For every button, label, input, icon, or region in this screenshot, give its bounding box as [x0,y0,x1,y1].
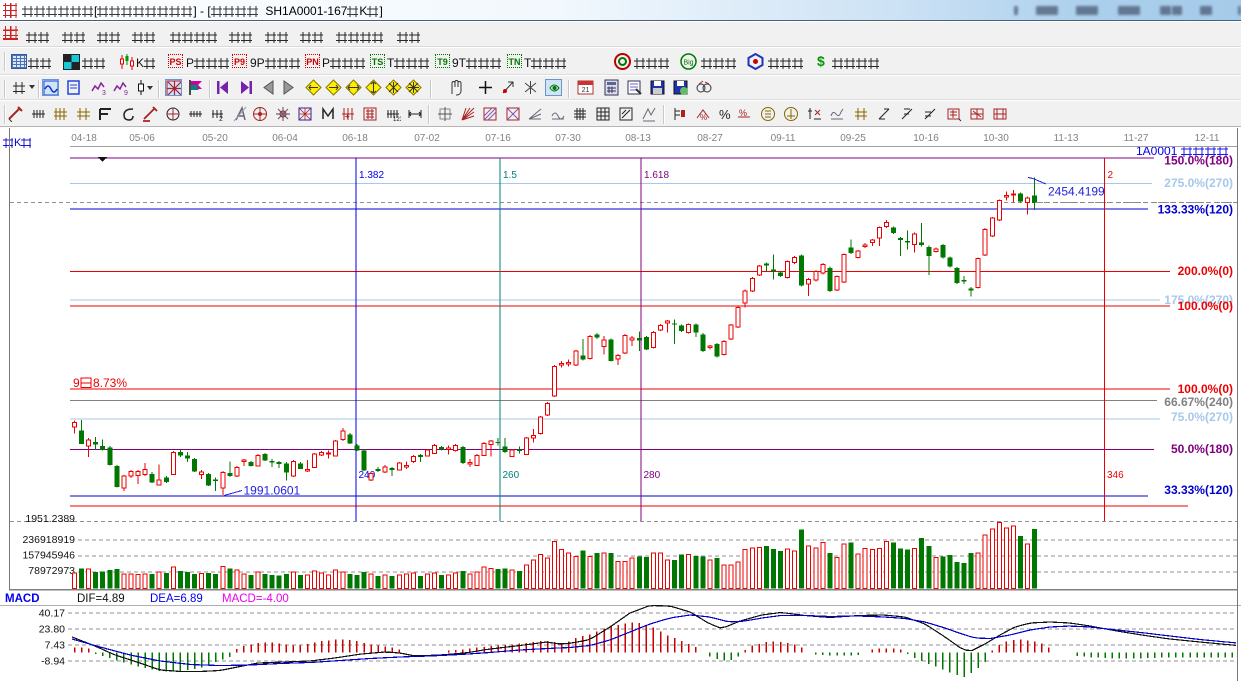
svg-text:07-16: 07-16 [485,133,511,144]
svg-text:9: 9 [73,376,80,390]
svg-text:23.80: 23.80 [39,624,65,636]
svg-text:21: 21 [582,87,590,94]
svg-text:66.67%(240): 66.67%(240) [1164,395,1233,409]
svg-text:2: 2 [1108,170,1114,181]
svg-text:2454.4199: 2454.4199 [1048,185,1105,199]
svg-text:1951.2389: 1951.2389 [25,513,75,525]
svg-text:+: + [345,112,350,121]
svg-text:MACD: MACD [5,593,40,605]
svg-text:7.43: 7.43 [45,640,66,652]
svg-text:07-30: 07-30 [555,133,581,144]
svg-text:10-30: 10-30 [983,133,1009,144]
svg-text:04-18: 04-18 [71,133,97,144]
svg-text:157945946: 157945946 [22,550,75,562]
svg-text:-8.94: -8.94 [41,656,65,668]
svg-text:08-27: 08-27 [697,133,723,144]
svg-text:11-13: 11-13 [1054,133,1079,144]
svg-text:%: % [739,108,747,118]
svg-text:1.5: 1.5 [503,170,517,181]
svg-text:DIF=4.89: DIF=4.89 [77,593,125,605]
svg-text:%: % [719,107,731,122]
svg-text:150.0%(180): 150.0%(180) [1164,154,1233,168]
svg-text:08-13: 08-13 [625,133,651,144]
svg-text:9: 9 [124,90,128,96]
svg-text:1991.0601: 1991.0601 [244,484,301,498]
svg-text:12-11: 12-11 [1195,133,1220,144]
svg-text:1.382: 1.382 [359,170,384,181]
svg-text:05-06: 05-06 [129,133,155,144]
svg-text:8.73%: 8.73% [93,376,127,390]
svg-text:50.0%(180): 50.0%(180) [1171,442,1233,456]
svg-text:40.17: 40.17 [39,608,65,620]
svg-text:06-04: 06-04 [272,133,298,144]
svg-text:11-27: 11-27 [1124,133,1149,144]
svg-text:1.618: 1.618 [644,170,669,181]
svg-text:280: 280 [644,470,661,481]
svg-text:MACD=-4.00: MACD=-4.00 [222,593,289,605]
svg-text:09-11: 09-11 [771,133,796,144]
svg-text:06-18: 06-18 [342,133,368,144]
svg-text:09-25: 09-25 [840,133,866,144]
svg-text:2: 2 [219,116,223,122]
svg-text:275.0%(270): 275.0%(270) [1164,176,1233,190]
svg-text:75.0%(270): 75.0%(270) [1171,410,1233,424]
svg-text:33.33%(120): 33.33%(120) [1164,483,1233,497]
svg-text:DEA=6.89: DEA=6.89 [150,593,203,605]
svg-text:3: 3 [102,90,106,96]
svg-text:260: 260 [503,470,520,481]
svg-text:Big: Big [683,60,693,67]
svg-text:133.33%(120): 133.33%(120) [1158,203,1233,217]
svg-text:123: 123 [393,117,401,122]
svg-text:78972973: 78972973 [28,565,75,577]
svg-text:100.0%(0): 100.0%(0) [1178,299,1233,313]
svg-text:236918919: 236918919 [22,534,75,546]
svg-text:05-20: 05-20 [202,133,228,144]
svg-text:10-16: 10-16 [913,133,939,144]
svg-text:%: % [700,113,707,122]
svg-text:346: 346 [1107,470,1124,481]
svg-text:200.0%(0): 200.0%(0) [1178,264,1233,278]
svg-text:07-02: 07-02 [414,133,440,144]
svg-text:100.0%(0): 100.0%(0) [1178,382,1233,396]
